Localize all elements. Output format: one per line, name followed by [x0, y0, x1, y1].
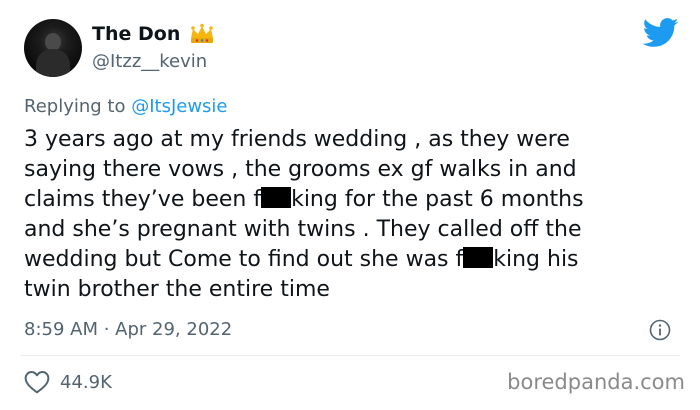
watermark: boredpanda.com	[507, 370, 685, 394]
twitter-bird-icon[interactable]	[643, 18, 679, 48]
divider	[20, 355, 680, 356]
crown-icon	[191, 23, 214, 43]
tweet-timestamp[interactable]: 8:59 AM · Apr 29, 2022	[24, 318, 232, 342]
author-name-text: The Don	[92, 23, 181, 45]
tweet-text: 3 years ago at my friends wedding , as t…	[24, 125, 684, 305]
redaction-box	[261, 187, 292, 208]
redaction-box	[463, 247, 494, 268]
avatar[interactable]	[24, 19, 82, 77]
heart-icon	[24, 371, 50, 394]
replying-to-prefix: Replying to	[24, 96, 132, 117]
like-count: 44.9K	[60, 371, 112, 393]
like-button[interactable]: 44.9K	[24, 370, 112, 394]
reply-mention-link[interactable]: @ItsJewsie	[131, 96, 227, 117]
author-name[interactable]: The Don	[92, 21, 216, 47]
avatar-body-shape	[36, 49, 70, 77]
author-handle[interactable]: @Itzz__kevin	[92, 50, 207, 74]
info-icon[interactable]	[649, 319, 671, 341]
replying-to: Replying to @ItsJewsie	[24, 95, 228, 119]
